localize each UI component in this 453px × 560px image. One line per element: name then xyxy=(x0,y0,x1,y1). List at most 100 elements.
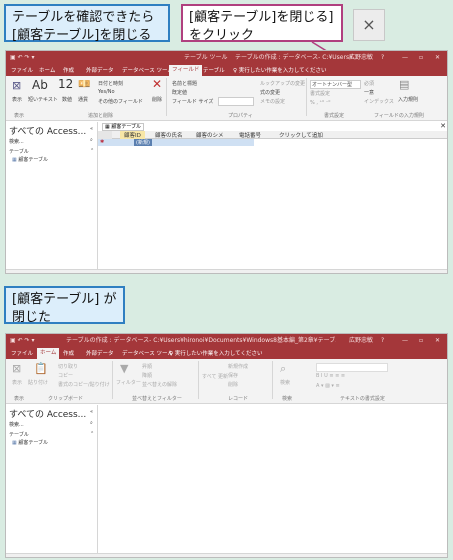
new-record-row[interactable]: ✱ (新規) xyxy=(98,139,254,146)
nav-title[interactable]: すべての Access... xyxy=(9,124,86,137)
tab-external-data[interactable]: 外部データ xyxy=(86,349,114,357)
minimize-button[interactable]: — xyxy=(402,51,408,64)
field-size-input[interactable] xyxy=(218,97,254,106)
date-time-button[interactable]: 日付と時刻 xyxy=(98,80,123,87)
validation-icon[interactable]: ▤ xyxy=(399,78,409,91)
nav-collapse-icon[interactable]: « xyxy=(90,126,93,132)
tab-file[interactable]: ファイル xyxy=(11,349,33,357)
close-document-tab-icon[interactable]: ✕ xyxy=(438,121,447,131)
refresh-button[interactable]: すべて 更新 xyxy=(202,373,228,380)
close-button[interactable]: ✕ xyxy=(435,334,440,347)
short-text-icon[interactable]: Ab xyxy=(32,78,48,92)
nav-item-label: 顧客テーブル xyxy=(18,440,49,446)
tab-file[interactable]: ファイル xyxy=(11,66,33,74)
ascending-button[interactable]: 昇順 xyxy=(142,363,152,370)
paste-icon[interactable]: 📋 xyxy=(34,362,48,375)
find-icon[interactable]: ⌕ xyxy=(280,362,286,376)
copy-button[interactable]: コピー xyxy=(58,372,73,379)
delete-record-button[interactable]: 削除 xyxy=(228,381,238,388)
group-field-validation: フィールドの入力規則 xyxy=(374,113,424,119)
view-icon[interactable]: ⊠ xyxy=(12,362,21,375)
indexed-checkbox[interactable]: インデックス xyxy=(364,98,394,105)
save-record-button[interactable]: 保存 xyxy=(228,372,238,379)
find-label[interactable]: 検索 xyxy=(280,379,290,386)
delete-label[interactable]: 削除 xyxy=(152,96,162,103)
column-header-customer-name[interactable]: 顧客の氏名 xyxy=(155,131,183,139)
remove-sort-button[interactable]: 並べ替えの解除 xyxy=(142,381,177,388)
validation-label[interactable]: 入力規則 xyxy=(398,96,418,103)
yes-no-button[interactable]: Yes/No xyxy=(98,89,115,95)
nav-section-collapse-icon[interactable]: ⌃ xyxy=(90,148,94,154)
group-properties: プロパティ xyxy=(228,113,253,119)
cut-button[interactable]: 切り取り xyxy=(58,363,78,370)
nav-search-icon[interactable]: ⌕ xyxy=(90,137,93,143)
number-icon[interactable]: 12 xyxy=(58,77,73,91)
minimize-button[interactable]: — xyxy=(402,334,408,347)
tab-database-tools[interactable]: データベース ツール xyxy=(122,349,173,357)
tellme-box[interactable]: ♀ 実行したい作業を入力してください xyxy=(169,349,262,357)
filter-icon[interactable]: ▼ xyxy=(120,362,128,375)
tab-fields[interactable]: フィールド xyxy=(169,65,203,76)
table-icon: ▦ xyxy=(12,157,17,163)
maximize-button[interactable]: ▫ xyxy=(419,51,423,64)
nav-collapse-icon[interactable]: « xyxy=(90,409,93,415)
delete-icon[interactable]: ✕ xyxy=(152,77,162,91)
nav-item-customer-table[interactable]: ▦ 顧客テーブル xyxy=(12,156,48,163)
nav-title[interactable]: すべての Access... xyxy=(9,407,86,420)
expression-button[interactable]: 式の変更 xyxy=(260,89,280,96)
text-format-controls[interactable] xyxy=(316,363,388,372)
lookup-button[interactable]: ルックアップの変更 xyxy=(260,80,305,87)
tab-external-data[interactable]: 外部データ xyxy=(86,66,114,74)
tab-home[interactable]: ホーム xyxy=(37,348,60,359)
format-dropdown[interactable]: 書式設定 xyxy=(310,90,330,97)
required-checkbox[interactable]: 必須 xyxy=(364,80,374,87)
nav-search-input[interactable]: 検索... xyxy=(9,138,24,145)
new-record-button[interactable]: 新規作成 xyxy=(228,363,248,370)
title-bar: ▣ ↶ ↷ ▾ テーブル ツール テーブルの作成 : データベース- C:¥Us… xyxy=(6,51,447,64)
descending-button[interactable]: 降順 xyxy=(142,372,152,379)
nav-section-collapse-icon[interactable]: ⌃ xyxy=(90,431,94,437)
column-header-customer-id[interactable]: 顧客ID xyxy=(120,131,145,139)
document-tab-customer-table[interactable]: ▦ 顧客テーブル xyxy=(102,123,144,131)
text-color-icons[interactable]: A ▾ ▨ ▾ ≡ xyxy=(316,383,340,389)
nav-item-customer-table[interactable]: ▦ 顧客テーブル xyxy=(12,439,48,446)
view-label[interactable]: 表示 xyxy=(12,96,22,103)
column-header-phone[interactable]: 電話番号 xyxy=(239,131,261,139)
filter-label[interactable]: フィルター xyxy=(116,379,141,386)
tab-database-tools[interactable]: データベース ツール xyxy=(122,66,173,74)
tab-create[interactable]: 作成 xyxy=(63,349,74,357)
paste-label[interactable]: 貼り付け xyxy=(28,379,48,386)
column-header-customer-kana[interactable]: 顧客のシメ xyxy=(196,131,224,139)
currency-icon[interactable]: 💴 xyxy=(78,79,90,90)
group-find: 検索 xyxy=(282,396,293,402)
nav-section-tables[interactable]: テーブル xyxy=(9,148,29,155)
column-header-add[interactable]: クリックして追加 xyxy=(279,131,323,139)
close-button[interactable]: ✕ xyxy=(435,51,440,64)
maximize-button[interactable]: ▫ xyxy=(419,334,423,347)
memo-button[interactable]: メモの設定 xyxy=(260,98,285,105)
short-text-label[interactable]: 短いテキスト xyxy=(28,96,58,103)
tellme-text: 実行したい作業を入力してください xyxy=(174,351,263,357)
tab-table[interactable]: テーブル xyxy=(203,66,225,74)
format-painter-button[interactable]: 書式のコピー/貼り付け xyxy=(58,381,110,388)
help-icon[interactable]: ? xyxy=(381,51,384,64)
tab-home[interactable]: ホーム xyxy=(39,66,55,74)
data-type-dropdown[interactable]: オートナンバー型 xyxy=(310,80,362,89)
default-value-button[interactable]: 既定値 xyxy=(172,89,187,96)
group-clipboard: クリップボード xyxy=(48,396,84,402)
number-label[interactable]: 数値 xyxy=(62,96,72,103)
text-format-icons[interactable]: B I U ≡ ≡ ≡ xyxy=(316,373,345,379)
nav-search-icon[interactable]: ⌕ xyxy=(90,420,93,426)
help-icon[interactable]: ? xyxy=(381,334,384,347)
view-label[interactable]: 表示 xyxy=(12,379,22,386)
name-caption-button[interactable]: 名前と標題 xyxy=(172,80,197,87)
tellme-box[interactable]: ♀ 実行したい作業を入力してください xyxy=(233,66,326,74)
number-format-icons[interactable]: % , ⁺⁰ ⁻⁰ xyxy=(310,100,330,106)
unique-checkbox[interactable]: 一意 xyxy=(364,89,374,96)
nav-search-input[interactable]: 検索... xyxy=(9,421,24,428)
currency-label[interactable]: 通貨 xyxy=(78,96,88,103)
nav-section-tables[interactable]: テーブル xyxy=(9,431,29,438)
view-icon[interactable]: ⊠ xyxy=(12,79,21,92)
tab-create[interactable]: 作成 xyxy=(63,66,74,74)
other-fields-button[interactable]: その他のフィールド xyxy=(98,98,143,105)
